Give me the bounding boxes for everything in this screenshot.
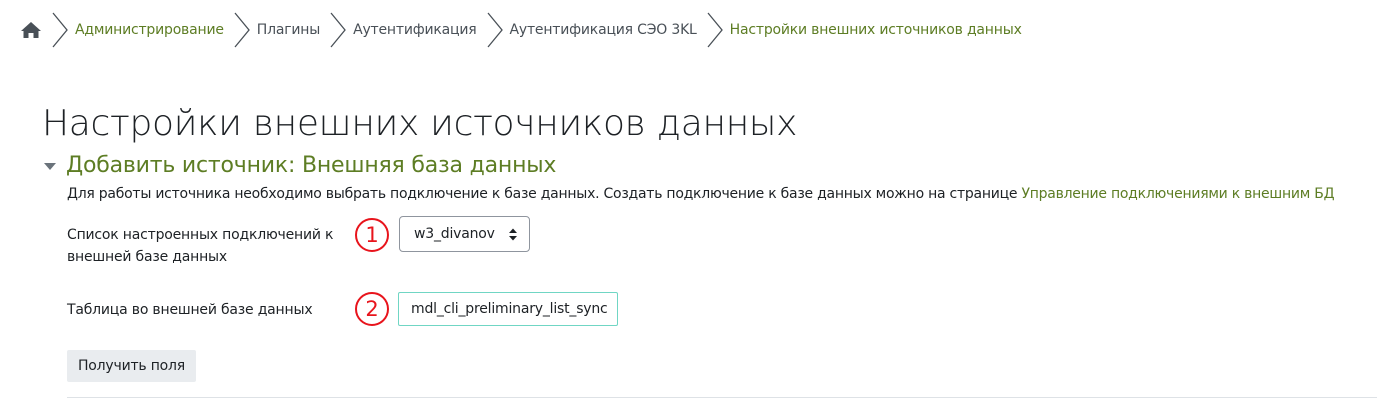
page-title: Настройки внешних источников данных [42, 103, 798, 144]
section-title: Добавить источник: Внешняя база данных [66, 153, 557, 178]
description-text: Для работы источника необходимо выбрать … [67, 186, 1022, 202]
home-icon[interactable] [20, 20, 42, 40]
breadcrumb: Администрирование Плагины Аутентификация… [20, 11, 1022, 49]
chevron-right-icon [486, 11, 504, 49]
breadcrumb-item-auth-3kl: Аутентификация СЭО 3KL [509, 22, 697, 38]
chevron-right-icon [233, 11, 251, 49]
caret-down-icon [44, 161, 56, 171]
breadcrumb-item-plugins: Плагины [256, 22, 321, 38]
section-toggle[interactable]: Добавить источник: Внешняя база данных [44, 151, 556, 181]
table-input[interactable]: mdl_cli_preliminary_list_sync [398, 292, 618, 326]
chevron-right-icon [706, 11, 724, 49]
manage-connections-link[interactable]: Управление подключениями к внешним БД [1021, 186, 1334, 202]
step-badge-2: 2 [355, 292, 389, 326]
step-badge-1: 1 [355, 218, 389, 252]
chevron-right-icon [329, 11, 347, 49]
chevron-right-icon [51, 11, 69, 49]
breadcrumb-item-administration[interactable]: Администрирование [75, 22, 224, 38]
table-label: Таблица во внешней базе данных [67, 302, 313, 318]
connections-select[interactable]: w3_divanov [399, 216, 530, 252]
breadcrumb-item-authentication: Аутентификация [353, 22, 477, 38]
get-fields-button[interactable]: Получить поля [67, 350, 196, 382]
connections-label: Список настроенных подключений к внешней… [67, 227, 334, 265]
section-description: Для работы источника необходимо выбрать … [67, 184, 1335, 204]
select-arrows-icon [509, 228, 517, 241]
connections-select-value: w3_divanov [414, 226, 495, 242]
breadcrumb-item-external-sources[interactable]: Настройки внешних источников данных [730, 22, 1022, 38]
divider [67, 397, 1377, 398]
